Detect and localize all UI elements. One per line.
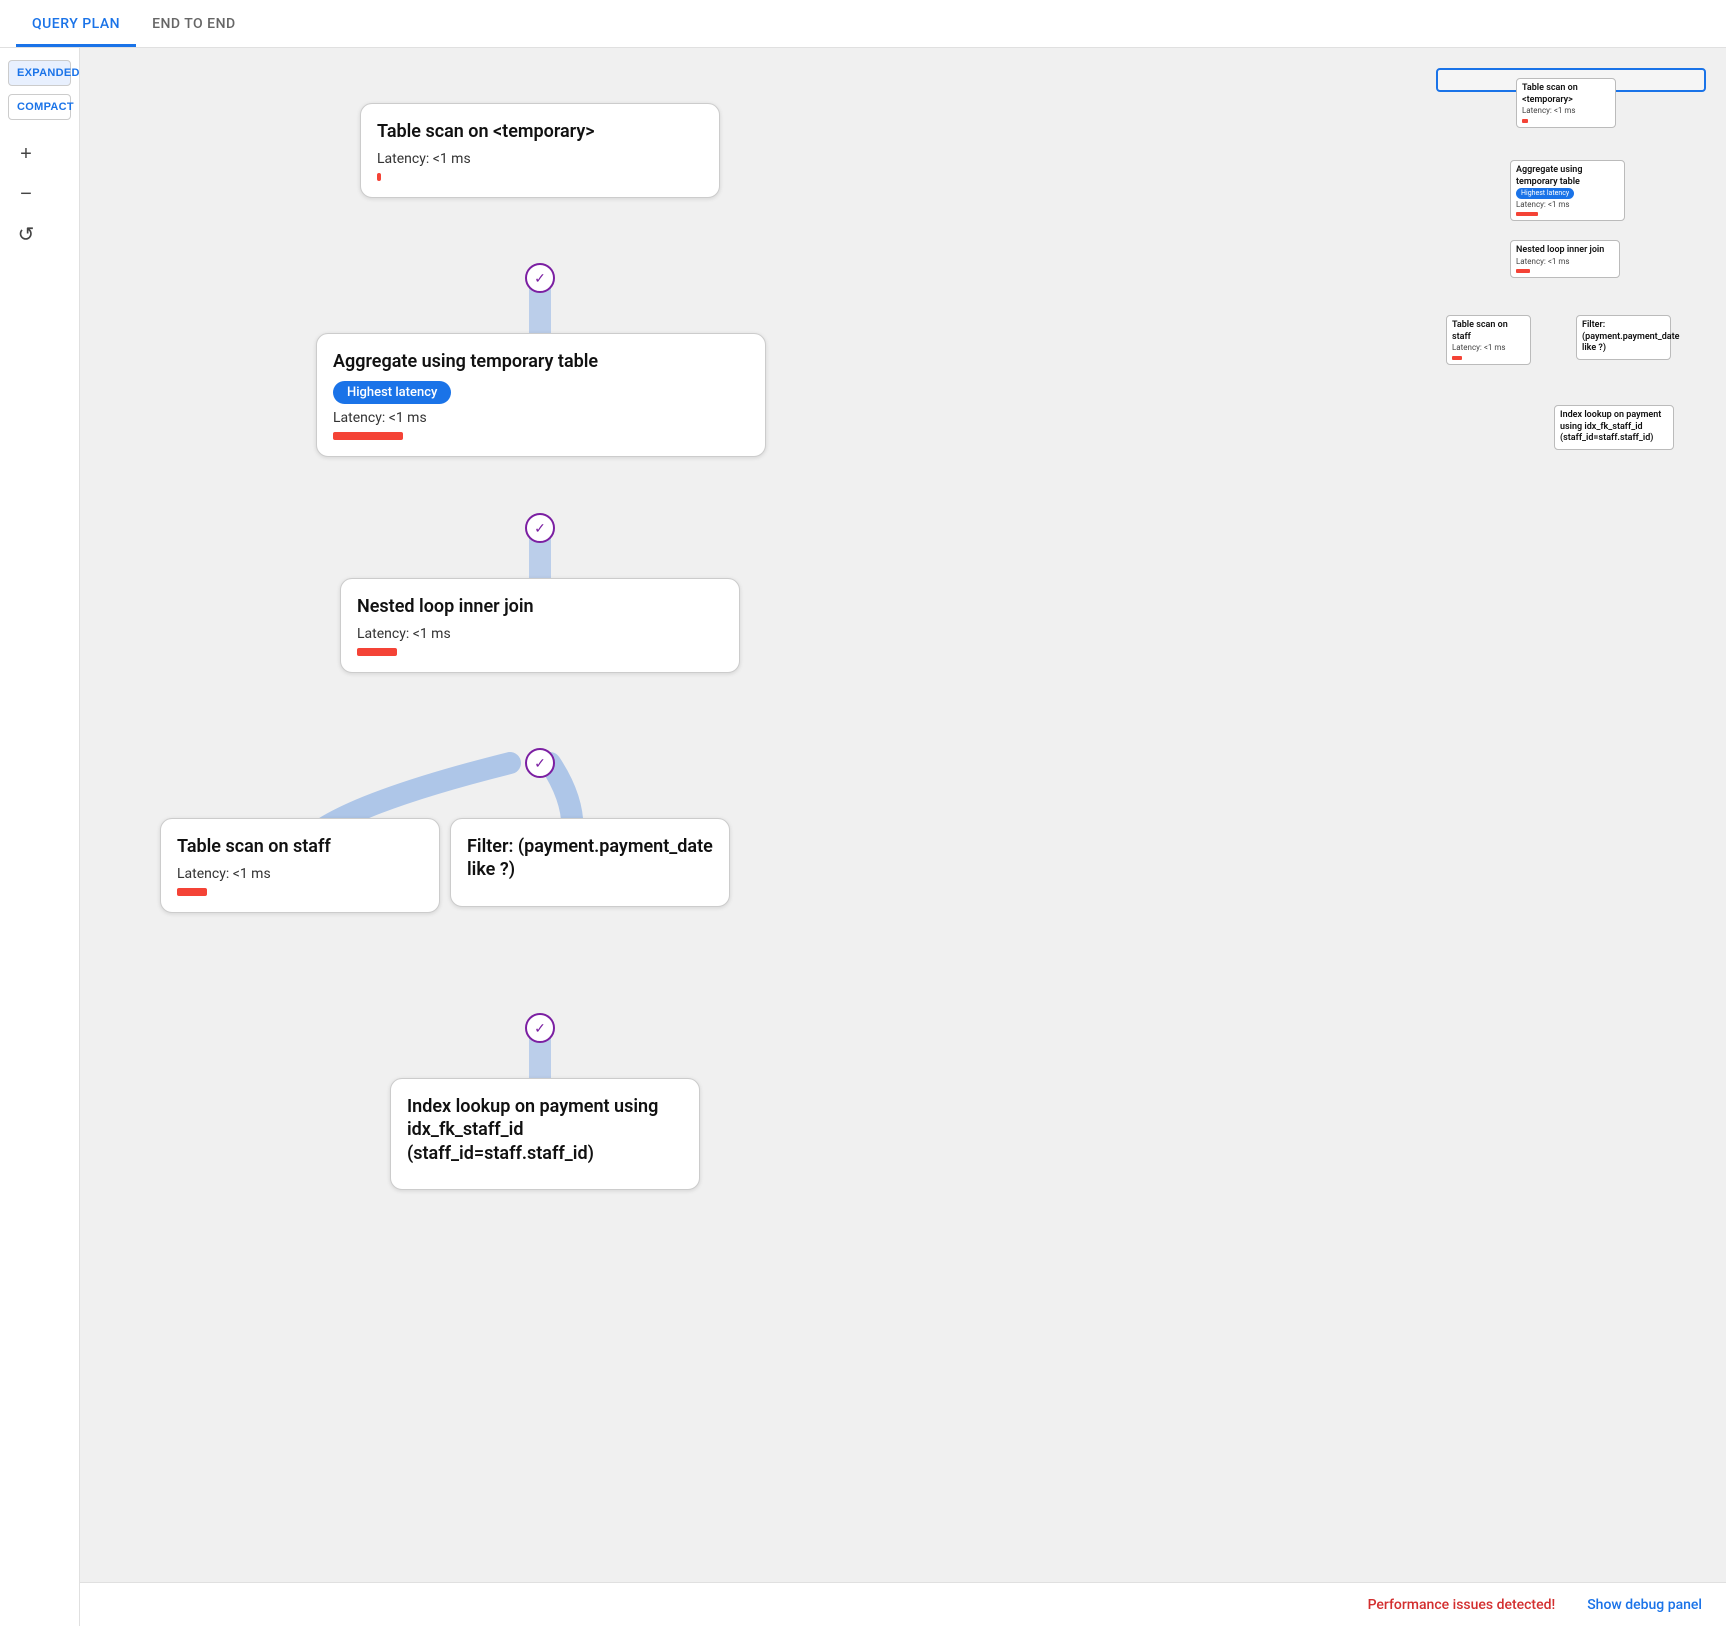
- status-bar: Performance issues detected! Show debug …: [0, 1582, 1726, 1626]
- node-aggregate[interactable]: Aggregate using temporary table Highest …: [316, 333, 766, 457]
- minimap-node5: Filter: (payment.payment_date like ?): [1576, 315, 1671, 360]
- node2-title: Aggregate using temporary table: [333, 350, 749, 373]
- left-sidebar: EXPANDED COMPACT + − ↺: [0, 48, 80, 1626]
- minimap-node2: Aggregate using temporary table Highest …: [1510, 160, 1625, 221]
- node3-title: Nested loop inner join: [357, 595, 723, 618]
- minimap[interactable]: Table scan on <temporary> Latency: <1 ms…: [1436, 68, 1706, 92]
- performance-issues-text: Performance issues detected!: [1368, 1597, 1556, 1613]
- minimap-node1: Table scan on <temporary> Latency: <1 ms: [1516, 78, 1616, 128]
- minimap-node6: Index lookup on payment using idx_fk_sta…: [1554, 405, 1674, 450]
- node2-bar: [333, 432, 749, 440]
- node-filter[interactable]: Filter: (payment.payment_date like ?): [450, 818, 730, 907]
- svg-text:✓: ✓: [534, 1021, 546, 1037]
- node3-latency: Latency: <1 ms: [357, 626, 723, 642]
- zoom-in-button[interactable]: +: [8, 136, 44, 172]
- node4-latency: Latency: <1 ms: [177, 866, 423, 882]
- node1-title: Table scan on <temporary>: [377, 120, 703, 143]
- node5-title: Filter: (payment.payment_date like ?): [467, 835, 713, 882]
- svg-text:✓: ✓: [534, 271, 546, 287]
- node4-bar: [177, 888, 423, 896]
- diagram-area[interactable]: ✓ ✓ ✓ ✓ Table scan on <temporary> Latenc…: [80, 48, 1726, 1626]
- node-table-scan-staff[interactable]: Table scan on staff Latency: <1 ms: [160, 818, 440, 913]
- tab-query-plan[interactable]: QUERY PLAN: [16, 4, 136, 47]
- node6-title: Index lookup on payment using idx_fk_sta…: [407, 1095, 683, 1165]
- node-table-scan-temporary[interactable]: Table scan on <temporary> Latency: <1 ms: [360, 103, 720, 198]
- node-nested-loop[interactable]: Nested loop inner join Latency: <1 ms: [340, 578, 740, 673]
- node-index-lookup[interactable]: Index lookup on payment using idx_fk_sta…: [390, 1078, 700, 1190]
- svg-text:✓: ✓: [534, 521, 546, 537]
- zoom-out-button[interactable]: −: [8, 176, 44, 212]
- minimap-node3: Nested loop inner join Latency: <1 ms: [1510, 240, 1620, 278]
- svg-text:✓: ✓: [534, 756, 546, 772]
- tab-end-to-end[interactable]: END TO END: [136, 4, 252, 47]
- node3-bar: [357, 648, 723, 656]
- node2-latency: Latency: <1 ms: [333, 410, 749, 426]
- node1-latency: Latency: <1 ms: [377, 151, 703, 167]
- compact-button[interactable]: COMPACT: [8, 94, 71, 120]
- minimap-node4: Table scan on staff Latency: <1 ms: [1446, 315, 1531, 365]
- expanded-button[interactable]: EXPANDED: [8, 60, 71, 86]
- main-area: EXPANDED COMPACT + − ↺ ✓: [0, 48, 1726, 1626]
- node1-bar: [377, 173, 703, 181]
- highest-latency-badge: Highest latency: [333, 381, 451, 404]
- tab-bar: QUERY PLAN END TO END: [0, 0, 1726, 48]
- show-debug-panel-link[interactable]: Show debug panel: [1587, 1597, 1702, 1613]
- reset-button[interactable]: ↺: [8, 216, 44, 252]
- node4-title: Table scan on staff: [177, 835, 423, 858]
